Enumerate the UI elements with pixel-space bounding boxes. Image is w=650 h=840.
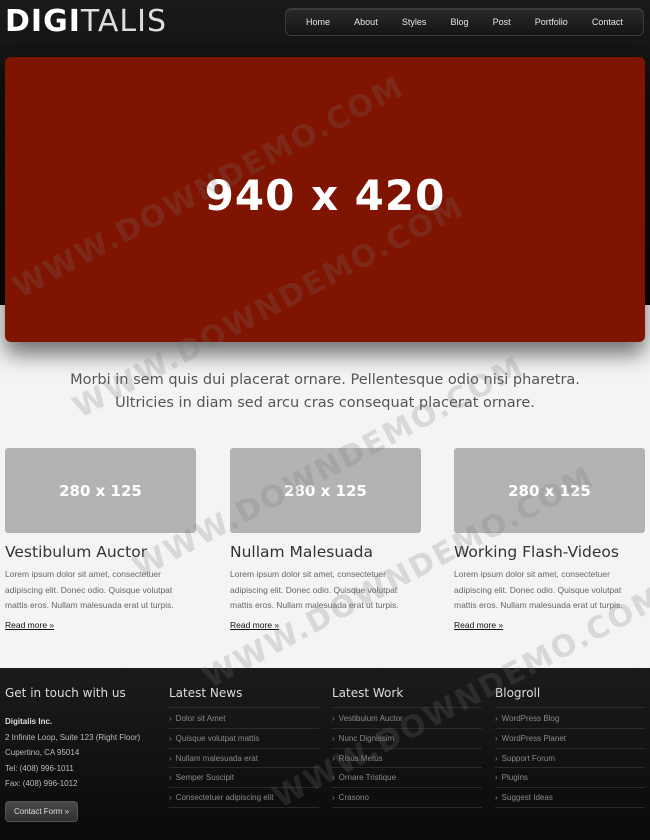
chevron-right-icon: › xyxy=(332,793,335,803)
footer-blogroll: Blogroll › WordPress Blog › WordPress Plan… xyxy=(495,686,645,808)
thumbnail-label: 280 x 125 xyxy=(508,481,591,500)
read-more-link[interactable]: Read more » xyxy=(454,620,503,630)
logo[interactable]: DIGITALIS xyxy=(5,4,167,40)
list-item-label: Plugins xyxy=(501,773,528,783)
intro-line-2: Ultricies in diam sed arcu cras consequa… xyxy=(115,395,535,411)
list-item[interactable]: › Dolor sit Amet xyxy=(169,709,319,729)
footer-heading: Get in touch with us xyxy=(5,686,126,700)
list-item-label: Dolor sit Amet xyxy=(175,714,226,723)
logo-rest: TALIS xyxy=(80,4,167,39)
list-item-label: Risus Metus xyxy=(338,753,383,763)
list-item[interactable]: › Support Forum xyxy=(495,749,645,769)
list-item-label: Quisque volutpat mattis xyxy=(175,733,260,743)
footer-contact: Get in touch with us Digitalis Inc. 2 In… xyxy=(5,686,155,822)
company-name: Digitalis Inc. xyxy=(5,717,53,726)
feature-title: Vestibulum Auctor xyxy=(5,543,148,561)
chevron-right-icon: › xyxy=(495,753,498,763)
list-item-label: Vestibulum Auctor xyxy=(338,714,403,723)
list-item[interactable]: › Nunc Dignissim xyxy=(332,729,482,749)
footer-latest-work: Latest Work › Vestibulum Auctor › Nunc Dig… xyxy=(332,686,482,808)
feature-title: Working Flash-Videos xyxy=(454,543,619,561)
chevron-right-icon: › xyxy=(169,733,172,743)
chevron-right-icon: › xyxy=(169,773,172,783)
chevron-right-icon: › xyxy=(495,773,498,783)
chevron-right-icon: › xyxy=(169,753,172,763)
list-item-label: Ornare Tristique xyxy=(338,773,397,783)
nav-styles[interactable]: Styles xyxy=(402,17,427,27)
feature-column: 280 x 125 Nullam Malesuada Lorem ipsum d… xyxy=(230,448,421,633)
hero-slider[interactable]: 940 x 420 xyxy=(5,57,645,342)
address-line-1: 2 Infinite Loop, Suite 123 (Right Floor) xyxy=(5,732,141,742)
list-item-label: Crasono xyxy=(338,793,369,803)
chevron-right-icon: › xyxy=(332,753,335,763)
news-list: › Dolor sit Amet › Quisque volutpat mattis… xyxy=(169,709,319,808)
chevron-right-icon: › xyxy=(332,733,335,743)
blogroll-list: › WordPress Blog › WordPress Planet › Suppo… xyxy=(495,709,645,808)
thumbnail-label: 280 x 125 xyxy=(284,481,367,500)
chevron-right-icon: › xyxy=(169,714,172,723)
chevron-right-icon: › xyxy=(495,793,498,803)
footer-heading: Latest News xyxy=(169,686,319,708)
nav-home[interactable]: Home xyxy=(306,17,330,27)
feature-column: 280 x 125 Vestibulum Auctor Lorem ipsum … xyxy=(5,448,196,633)
nav-about[interactable]: About xyxy=(354,17,378,27)
nav-portfolio[interactable]: Portfolio xyxy=(535,17,568,27)
feature-thumbnail[interactable]: 280 x 125 xyxy=(230,448,421,533)
read-more-link[interactable]: Read more » xyxy=(230,620,279,630)
feature-text: Lorem ipsum dolor sit amet, consectetuer… xyxy=(454,569,623,610)
fax: Fax: (408) 996-1012 xyxy=(5,779,78,788)
nav-post[interactable]: Post xyxy=(493,17,511,27)
main-nav: Home About Styles Blog Post Portfolio Co… xyxy=(285,8,644,36)
list-item[interactable]: › WordPress Blog xyxy=(495,709,645,729)
chevron-right-icon: › xyxy=(495,733,498,743)
chevron-right-icon: › xyxy=(332,714,335,723)
list-item-label: Consectetuer adipiscing elit xyxy=(175,793,274,803)
chevron-right-icon: › xyxy=(495,714,498,723)
list-item-label: Semper Suscipit xyxy=(175,773,234,783)
list-item-label: WordPress Blog xyxy=(501,714,560,723)
footer-latest-news: Latest News › Dolor sit Amet › Quisque vol… xyxy=(169,686,319,808)
read-more-link[interactable]: Read more » xyxy=(5,620,54,630)
list-item[interactable]: › Plugins xyxy=(495,768,645,789)
footer-heading: Blogroll xyxy=(495,686,645,708)
contact-details: Digitalis Inc. 2 Infinite Loop, Suite 12… xyxy=(5,714,155,792)
list-item[interactable]: › Quisque volutpat mattis xyxy=(169,729,319,749)
list-item-label: Nullam malesuada erat xyxy=(175,753,258,763)
logo-bold: DIGI xyxy=(5,4,81,39)
list-item[interactable]: › Semper Suscipit xyxy=(169,768,319,789)
address-line-2: Cupertino, CA 95014 xyxy=(5,748,80,757)
list-item-label: Suggest Ideas xyxy=(501,793,553,803)
intro-line-1: Morbi in sem quis dui placerat ornare. P… xyxy=(70,372,580,388)
footer-heading: Latest Work xyxy=(332,686,482,708)
list-item-label: Nunc Dignissim xyxy=(338,733,395,743)
intro-text: Morbi in sem quis dui placerat ornare. P… xyxy=(0,369,650,415)
nav-contact[interactable]: Contact xyxy=(592,17,623,27)
list-item[interactable]: › Ornare Tristique xyxy=(332,768,482,789)
list-item[interactable]: › Suggest Ideas xyxy=(495,788,645,808)
list-item[interactable]: › Vestibulum Auctor xyxy=(332,709,482,729)
list-item[interactable]: › WordPress Planet xyxy=(495,729,645,749)
contact-form-button[interactable]: Contact Form » xyxy=(5,800,79,822)
slider-placeholder-text: 940 x 420 xyxy=(204,171,446,220)
list-item-label: WordPress Planet xyxy=(501,733,566,743)
thumbnail-label: 280 x 125 xyxy=(59,481,142,500)
feature-title: Nullam Malesuada xyxy=(230,543,374,561)
list-item[interactable]: › Consectetuer adipiscing elit xyxy=(169,788,319,808)
list-item[interactable]: › Crasono xyxy=(332,788,482,808)
chevron-right-icon: › xyxy=(332,773,335,783)
list-item[interactable]: › Risus Metus xyxy=(332,749,482,769)
list-item-label: Support Forum xyxy=(501,753,556,763)
feature-text: Lorem ipsum dolor sit amet, consectetuer… xyxy=(5,569,174,610)
feature-thumbnail[interactable]: 280 x 125 xyxy=(454,448,645,533)
feature-column: 280 x 125 Working Flash-Videos Lorem ips… xyxy=(454,448,645,633)
feature-thumbnail[interactable]: 280 x 125 xyxy=(5,448,196,533)
footer: Get in touch with us Digitalis Inc. 2 In… xyxy=(0,668,650,840)
list-item[interactable]: › Nullam malesuada erat xyxy=(169,749,319,769)
telephone: Tel: (408) 996-1011 xyxy=(5,763,74,773)
feature-text: Lorem ipsum dolor sit amet, consectetuer… xyxy=(230,569,399,610)
nav-blog[interactable]: Blog xyxy=(450,17,468,27)
work-list: › Vestibulum Auctor › Nunc Dignissim › Risu… xyxy=(332,709,482,808)
chevron-right-icon: › xyxy=(169,793,172,803)
